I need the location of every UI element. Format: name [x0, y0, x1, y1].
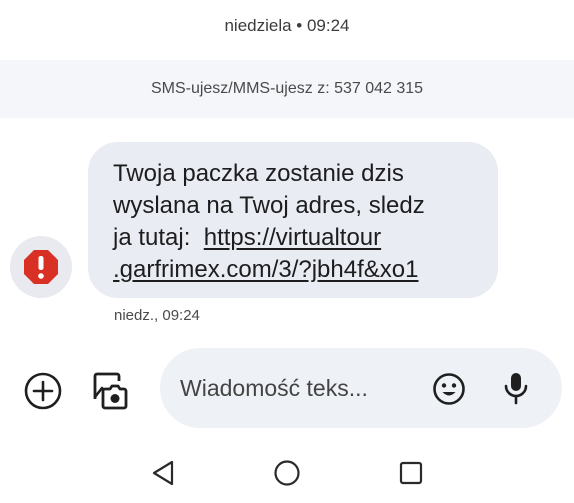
microphone-icon — [504, 373, 528, 405]
message-line: Twoja paczka zostanie dzis — [113, 160, 404, 187]
alert-octagon-icon — [24, 250, 58, 284]
message-text-input[interactable] — [180, 370, 410, 406]
message-compose-bar — [160, 348, 562, 428]
conversation-date-header: niedziela • 09:24 — [224, 16, 350, 35]
sms-sender-banner-text: SMS-ujesz/MMS-ujesz z: 537 042 315 — [150, 80, 424, 97]
message-link-continued[interactable]: .garfrimex.com/3/?jbh4f&xo1 — [113, 256, 418, 283]
photo-camera-icon — [93, 372, 128, 410]
sender-avatar[interactable] — [10, 236, 72, 298]
gallery-button[interactable] — [88, 368, 134, 414]
nav-recents-button[interactable] — [396, 458, 426, 488]
message-line: ja tutaj: https://virtualtour — [113, 222, 476, 254]
message-line: wyslana na Twoj adres, sledz — [113, 192, 425, 219]
message-line-prefix: ja tutaj: — [113, 224, 204, 251]
sms-sender-banner: SMS-ujesz/MMS-ujesz z: 537 042 315 — [0, 60, 574, 118]
nav-back-button[interactable] — [148, 458, 178, 488]
voice-input-button[interactable] — [498, 370, 534, 406]
conversation-screen: niedziela • 09:24 SMS-ujesz/MMS-ujesz z:… — [0, 0, 574, 503]
attach-button[interactable] — [22, 370, 64, 412]
back-triangle-icon — [152, 460, 174, 486]
emoji-icon — [433, 373, 465, 405]
add-circle-icon — [24, 372, 62, 410]
nav-home-button[interactable] — [272, 458, 302, 488]
emoji-button[interactable] — [431, 371, 467, 407]
recents-square-icon — [399, 461, 423, 485]
home-circle-icon — [274, 460, 300, 486]
message-line: .garfrimex.com/3/?jbh4f&xo1 — [113, 254, 476, 286]
message-timestamp: niedz., 09:24 — [114, 307, 200, 324]
message-link[interactable]: https://virtualtour — [204, 224, 381, 251]
message-bubble[interactable]: Twoja paczka zostanie dzis wyslana na Tw… — [88, 142, 498, 298]
